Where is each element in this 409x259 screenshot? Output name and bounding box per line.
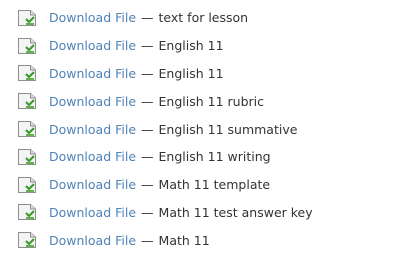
download-file-link[interactable]: Download File — [49, 149, 136, 164]
separator-dash: — — [141, 38, 154, 54]
file-list-item: Download File — Math 11 test answer key — [16, 199, 408, 227]
file-description: English 11 — [158, 65, 224, 81]
file-description: English 11 writing — [158, 149, 271, 165]
file-description: Math 11 test answer key — [158, 204, 313, 220]
file-list-item: Download File — English 11 writing — [16, 143, 408, 171]
download-file-link[interactable]: Download File — [49, 205, 136, 220]
download-file-link[interactable]: Download File — [49, 38, 136, 53]
file-description: English 11 rubric — [158, 93, 264, 109]
separator-dash: — — [141, 149, 154, 165]
file-list-item: Download File — text for lesson — [16, 4, 408, 32]
file-description: English 11 summative — [158, 121, 298, 137]
document-icon — [18, 204, 36, 221]
file-list-item: Download File — English 11 — [16, 60, 408, 88]
document-icon — [18, 93, 36, 110]
file-description: English 11 — [158, 38, 224, 54]
separator-dash: — — [141, 121, 154, 137]
document-icon — [18, 9, 36, 26]
document-icon — [18, 37, 36, 54]
file-description: Math 11 template — [158, 177, 271, 193]
document-icon — [18, 176, 36, 193]
separator-dash: — — [141, 232, 154, 248]
download-file-link[interactable]: Download File — [49, 122, 136, 137]
document-icon — [18, 121, 36, 138]
separator-dash: — — [141, 65, 154, 81]
document-icon — [18, 65, 36, 82]
file-download-list: Download File — text for lesson Download… — [16, 4, 408, 254]
file-description: Math 11 — [158, 232, 210, 248]
download-file-link[interactable]: Download File — [49, 94, 136, 109]
file-list-item: Download File — English 11 summative — [16, 115, 408, 143]
document-icon — [18, 232, 36, 249]
separator-dash: — — [141, 204, 154, 220]
download-file-link[interactable]: Download File — [49, 177, 136, 192]
separator-dash: — — [141, 177, 154, 193]
download-file-link[interactable]: Download File — [49, 233, 136, 248]
file-list-item: Download File — Math 11 template — [16, 171, 408, 199]
file-list-item: Download File — Math 11 — [16, 226, 408, 254]
download-file-link[interactable]: Download File — [49, 10, 136, 25]
download-file-link[interactable]: Download File — [49, 66, 136, 81]
separator-dash: — — [141, 10, 154, 26]
separator-dash: — — [141, 93, 154, 109]
file-description: text for lesson — [158, 10, 249, 26]
file-list-item: Download File — English 11 rubric — [16, 87, 408, 115]
file-list-item: Download File — English 11 — [16, 32, 408, 60]
document-icon — [18, 148, 36, 165]
